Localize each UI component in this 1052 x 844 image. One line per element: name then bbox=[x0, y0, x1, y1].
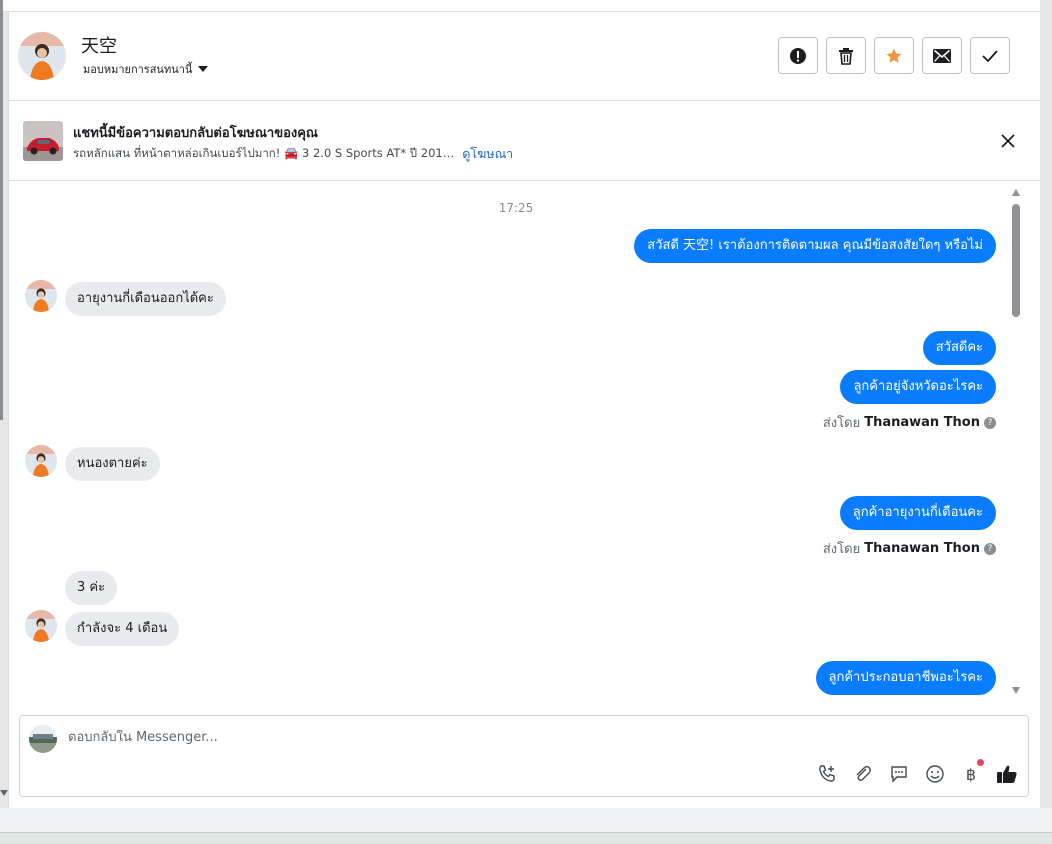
reply-composer: ฿ bbox=[19, 715, 1029, 797]
assign-label: มอบหมายการสนทนานี้ bbox=[83, 63, 193, 76]
message-incoming[interactable]: อายุงานกี่เดือนออกได้คะ bbox=[65, 282, 226, 316]
composer-toolbar: ฿ bbox=[816, 759, 1018, 785]
emoji-icon bbox=[926, 765, 944, 783]
reply-input[interactable] bbox=[68, 730, 768, 745]
attach-icon bbox=[856, 765, 871, 781]
saved-reply-icon bbox=[891, 766, 907, 783]
ad-banner-subtitle-row: รถหลักแสน ที่หน้าตาหล่อเกินเบอร์ไปมาก! 🚘… bbox=[73, 144, 513, 164]
sent-by-label: ส่งโดย Thanawan Thon ? bbox=[823, 412, 996, 433]
close-banner-button[interactable] bbox=[998, 131, 1018, 151]
message-outgoing[interactable]: ลูกค้าอายุงานกี่เดือนคะ bbox=[839, 496, 996, 530]
top-divider bbox=[0, 0, 1040, 12]
assign-dropdown[interactable]: มอบหมายการสนทนานี้ bbox=[83, 60, 209, 78]
ad-reply-banner: แชทนี้มีข้อความตอบกลับต่อโฆษณาของคุณ รถห… bbox=[8, 101, 1040, 181]
scrollbar-thumb[interactable] bbox=[1012, 204, 1020, 317]
window-bottom-edge bbox=[0, 832, 1052, 844]
message-thread: 17:25 สวัสดี 天空! เราต้องการติดตามผล คุณม… bbox=[8, 181, 1024, 714]
call-add-button[interactable] bbox=[816, 763, 838, 785]
message-incoming[interactable]: หนองตายค่ะ bbox=[65, 447, 160, 481]
ad-thumbnail bbox=[23, 121, 63, 161]
sent-by-name: Thanawan Thon bbox=[864, 415, 980, 430]
exclamation-circle-icon bbox=[790, 47, 806, 64]
star-icon bbox=[886, 48, 902, 63]
mark-done-button[interactable] bbox=[970, 37, 1010, 74]
message-incoming[interactable]: กำลังจะ 4 เดือน bbox=[65, 612, 180, 646]
sent-by-name: Thanawan Thon bbox=[864, 541, 980, 556]
trash-icon bbox=[839, 47, 853, 65]
conversation-header: 天空 มอบหมายการสนทนานี้ bbox=[8, 12, 1040, 101]
caret-down-icon bbox=[198, 66, 209, 72]
mark-unread-button[interactable] bbox=[922, 37, 962, 74]
contact-name: 天空 bbox=[81, 36, 117, 57]
ad-banner-subtitle: รถหลักแสน ที่หน้าตาหล่อเกินเบอร์ไปมาก! 🚘… bbox=[73, 146, 455, 160]
message-incoming[interactable]: 3 ค่ะ bbox=[65, 571, 118, 605]
like-button[interactable] bbox=[996, 763, 1018, 785]
contact-avatar-small bbox=[25, 280, 57, 312]
info-icon[interactable]: ? bbox=[984, 416, 996, 429]
emoji-button[interactable] bbox=[924, 763, 946, 785]
sent-by-prefix: ส่งโดย bbox=[822, 416, 861, 431]
message-outgoing[interactable]: ลูกค้าประกอบอาชีพอะไรคะ bbox=[815, 661, 996, 695]
panel-resize-icon bbox=[0, 790, 8, 796]
header-actions bbox=[778, 37, 1010, 74]
message-outgoing[interactable]: ลูกค้าอยู่จังหวัดอะไรคะ bbox=[840, 370, 996, 404]
thread-scrollbar[interactable] bbox=[1008, 181, 1024, 714]
contact-avatar-small bbox=[25, 445, 57, 477]
delete-button[interactable] bbox=[826, 37, 866, 74]
like-icon bbox=[997, 765, 1017, 783]
view-ad-link[interactable]: ดูโฆษณา bbox=[462, 144, 513, 164]
left-scrollbar[interactable] bbox=[0, 0, 3, 420]
contact-avatar[interactable] bbox=[18, 32, 66, 80]
saved-reply-button[interactable] bbox=[888, 763, 910, 785]
contact-avatar-small bbox=[25, 610, 57, 642]
message-outgoing[interactable]: สวัสดีคะ bbox=[922, 331, 996, 365]
payment-icon: ฿ bbox=[965, 764, 977, 784]
star-button[interactable] bbox=[874, 37, 914, 74]
message-outgoing[interactable]: สวัสดี 天空! เราต้องการติดตามผล คุณมีข้อสง… bbox=[634, 229, 996, 263]
payment-button[interactable]: ฿ bbox=[960, 759, 984, 785]
info-icon[interactable]: ? bbox=[984, 542, 996, 555]
sent-by-prefix: ส่งโดย bbox=[822, 542, 861, 557]
message-timestamp: 17:25 bbox=[498, 201, 534, 215]
call-add-icon bbox=[819, 765, 835, 782]
sent-by-label: ส่งโดย Thanawan Thon ? bbox=[823, 538, 996, 559]
mark-spam-button[interactable] bbox=[778, 37, 818, 74]
notification-dot bbox=[977, 759, 984, 766]
scroll-up-icon[interactable] bbox=[1012, 189, 1020, 196]
envelope-icon bbox=[933, 48, 951, 63]
close-icon bbox=[1001, 134, 1015, 148]
ad-banner-title: แชทนี้มีข้อความตอบกลับต่อโฆษณาของคุณ bbox=[73, 126, 318, 141]
checkmark-icon bbox=[982, 49, 998, 62]
attach-button[interactable] bbox=[852, 763, 874, 785]
scroll-down-icon[interactable] bbox=[1012, 687, 1020, 694]
page-avatar bbox=[29, 725, 57, 753]
